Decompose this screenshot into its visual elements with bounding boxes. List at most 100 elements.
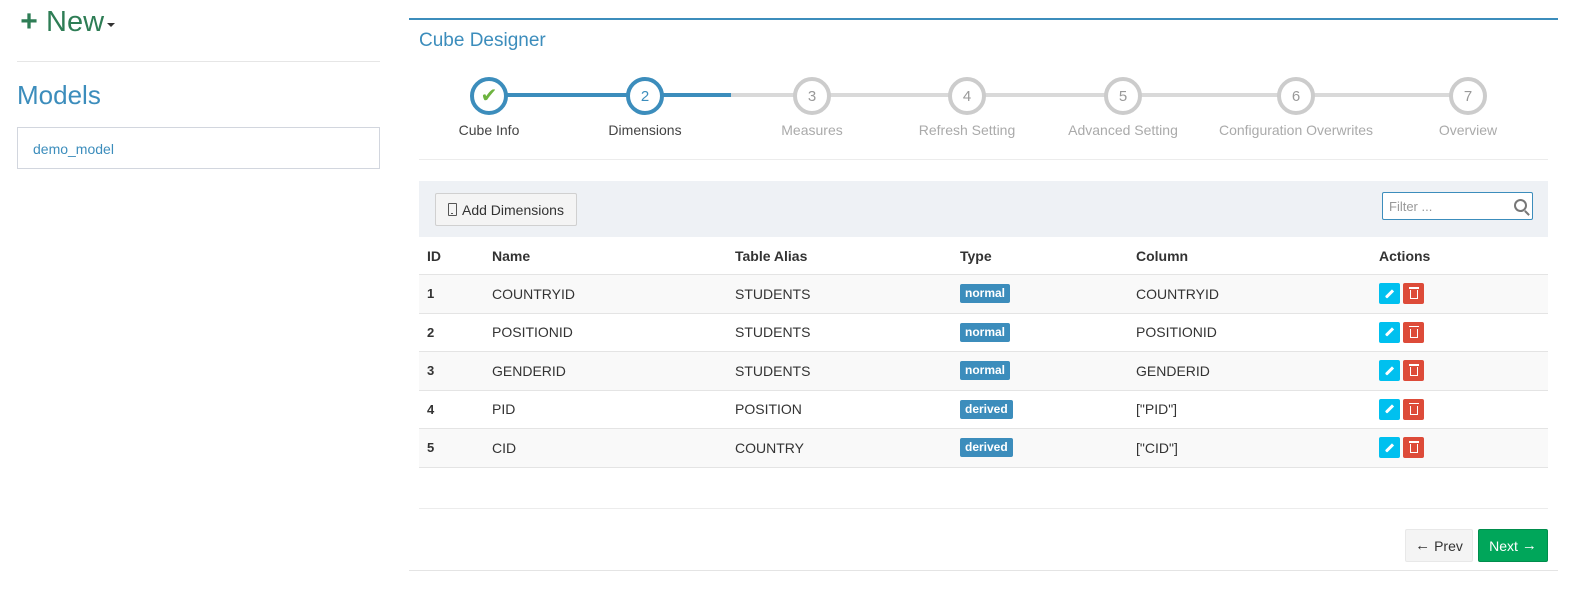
column-header-type[interactable]: Type: [960, 248, 1136, 264]
delete-button[interactable]: [1403, 283, 1424, 305]
step-number: 6: [1291, 87, 1301, 105]
divider: [419, 159, 1548, 160]
pencil-icon: [1384, 443, 1395, 453]
step-2-circle[interactable]: 2: [626, 77, 664, 115]
step-2-label[interactable]: Dimensions: [608, 122, 681, 138]
new-button-label: New: [46, 6, 105, 38]
delete-button[interactable]: [1403, 398, 1424, 420]
step-4-label[interactable]: Refresh Setting: [919, 122, 1016, 138]
step-4-circle[interactable]: 4: [948, 77, 986, 115]
step-number: 4: [962, 87, 972, 105]
row-id: 2: [427, 324, 435, 340]
pencil-icon: [1384, 404, 1395, 414]
column-header-id[interactable]: ID: [419, 248, 492, 264]
check-icon: ✔: [480, 85, 498, 107]
edit-button[interactable]: [1379, 360, 1400, 382]
step-7-label[interactable]: Overview: [1439, 122, 1497, 138]
add-dimensions-label: Add Dimensions: [462, 201, 564, 218]
type-badge: normal: [960, 322, 1011, 342]
filter-box: [1382, 192, 1533, 220]
trash-icon: [1408, 325, 1419, 338]
type-badge: normal: [960, 361, 1011, 381]
step-connector-pending: [731, 93, 1467, 97]
search-icon[interactable]: [1514, 199, 1527, 212]
table-body: 1 COUNTRYID STUDENTS normal COUNTRYID 2 …: [419, 275, 1548, 468]
row-table-alias: POSITION: [735, 401, 802, 418]
step-3-circle[interactable]: 3: [793, 77, 831, 115]
type-badge: derived: [960, 399, 1013, 419]
row-name: PID: [492, 401, 516, 418]
delete-button[interactable]: [1403, 360, 1424, 382]
dimensions-table: ID Name Table Alias Type Column Actions …: [419, 237, 1548, 468]
model-item-demo-model[interactable]: demo_model: [33, 141, 114, 157]
delete-button[interactable]: [1403, 321, 1424, 343]
type-badge: normal: [960, 284, 1011, 304]
add-dimensions-button[interactable]: Add Dimensions: [435, 193, 577, 226]
row-id: 4: [427, 401, 435, 417]
trash-icon: [1408, 364, 1419, 377]
divider: [17, 61, 380, 62]
step-7-circle[interactable]: 7: [1449, 77, 1487, 115]
trash-icon: [1408, 402, 1419, 415]
delete-button[interactable]: [1403, 437, 1424, 459]
row-column: ["PID"]: [1136, 401, 1178, 418]
step-1-circle[interactable]: ✔: [470, 77, 508, 115]
step-6-label[interactable]: Configuration Overwrites: [1219, 122, 1373, 138]
table-row: 3 GENDERID STUDENTS normal GENDERID: [419, 352, 1548, 391]
step-5-circle[interactable]: 5: [1104, 77, 1142, 115]
row-column: GENDERID: [1136, 362, 1210, 379]
table-row: 5 CID COUNTRY derived ["CID"]: [419, 429, 1548, 468]
table-row: 2 POSITIONID STUDENTS normal POSITIONID: [419, 314, 1548, 352]
edit-button[interactable]: [1379, 437, 1400, 459]
arrow-right-icon: →: [1521, 537, 1537, 554]
divider: [419, 508, 1548, 509]
edit-button[interactable]: [1379, 398, 1400, 420]
row-id: 1: [427, 286, 435, 302]
new-button[interactable]: + New: [17, 5, 116, 38]
pencil-icon: [1384, 327, 1395, 337]
table-header: ID Name Table Alias Type Column Actions: [419, 237, 1548, 275]
arrow-left-icon: ←: [1415, 537, 1431, 554]
row-column: POSITIONID: [1136, 324, 1217, 341]
step-number: 5: [1118, 87, 1128, 105]
prev-label: Prev: [1434, 537, 1463, 554]
cube-designer-panel: Cube Designer ✔ 2 3 4 5 6 7 Cube Info Di…: [409, 18, 1558, 571]
next-label: Next: [1489, 537, 1518, 554]
row-name: CID: [492, 439, 517, 456]
step-6-circle[interactable]: 6: [1277, 77, 1315, 115]
step-1-label[interactable]: Cube Info: [459, 122, 520, 138]
row-name: POSITIONID: [492, 324, 573, 341]
trash-icon: [1408, 441, 1419, 454]
row-table-alias: STUDENTS: [735, 362, 811, 379]
edit-button[interactable]: [1379, 283, 1400, 305]
plus-icon: +: [20, 5, 38, 38]
wizard-steps: ✔ 2 3 4 5 6 7 Cube Info Dimensions Measu…: [409, 20, 1558, 160]
models-title: Models: [17, 80, 101, 110]
step-3-label[interactable]: Measures: [781, 122, 842, 138]
row-table-alias: STUDENTS: [735, 324, 811, 341]
type-badge: derived: [960, 438, 1013, 458]
next-button[interactable]: Next →: [1478, 529, 1548, 562]
column-header-table-alias[interactable]: Table Alias: [735, 248, 960, 264]
column-header-name[interactable]: Name: [492, 248, 735, 264]
row-name: GENDERID: [492, 362, 566, 379]
row-table-alias: STUDENTS: [735, 285, 811, 302]
edit-button[interactable]: [1379, 321, 1400, 343]
tablet-icon: [448, 203, 457, 216]
caret-down-icon: [107, 23, 116, 27]
model-list: demo_model: [17, 127, 380, 169]
prev-button[interactable]: ← Prev: [1405, 529, 1473, 562]
step-5-label[interactable]: Advanced Setting: [1068, 122, 1178, 138]
row-name: COUNTRYID: [492, 285, 575, 302]
row-id: 5: [427, 440, 435, 456]
row-table-alias: COUNTRY: [735, 439, 804, 456]
row-column: ["CID"]: [1136, 439, 1178, 456]
filter-input[interactable]: [1383, 193, 1503, 219]
column-header-actions: Actions: [1379, 247, 1431, 264]
row-column: COUNTRYID: [1136, 285, 1219, 302]
trash-icon: [1408, 287, 1419, 300]
step-number: 3: [807, 87, 817, 105]
table-row: 4 PID POSITION derived ["PID"]: [419, 391, 1548, 429]
pencil-icon: [1384, 366, 1395, 376]
column-header-column[interactable]: Column: [1136, 248, 1379, 264]
